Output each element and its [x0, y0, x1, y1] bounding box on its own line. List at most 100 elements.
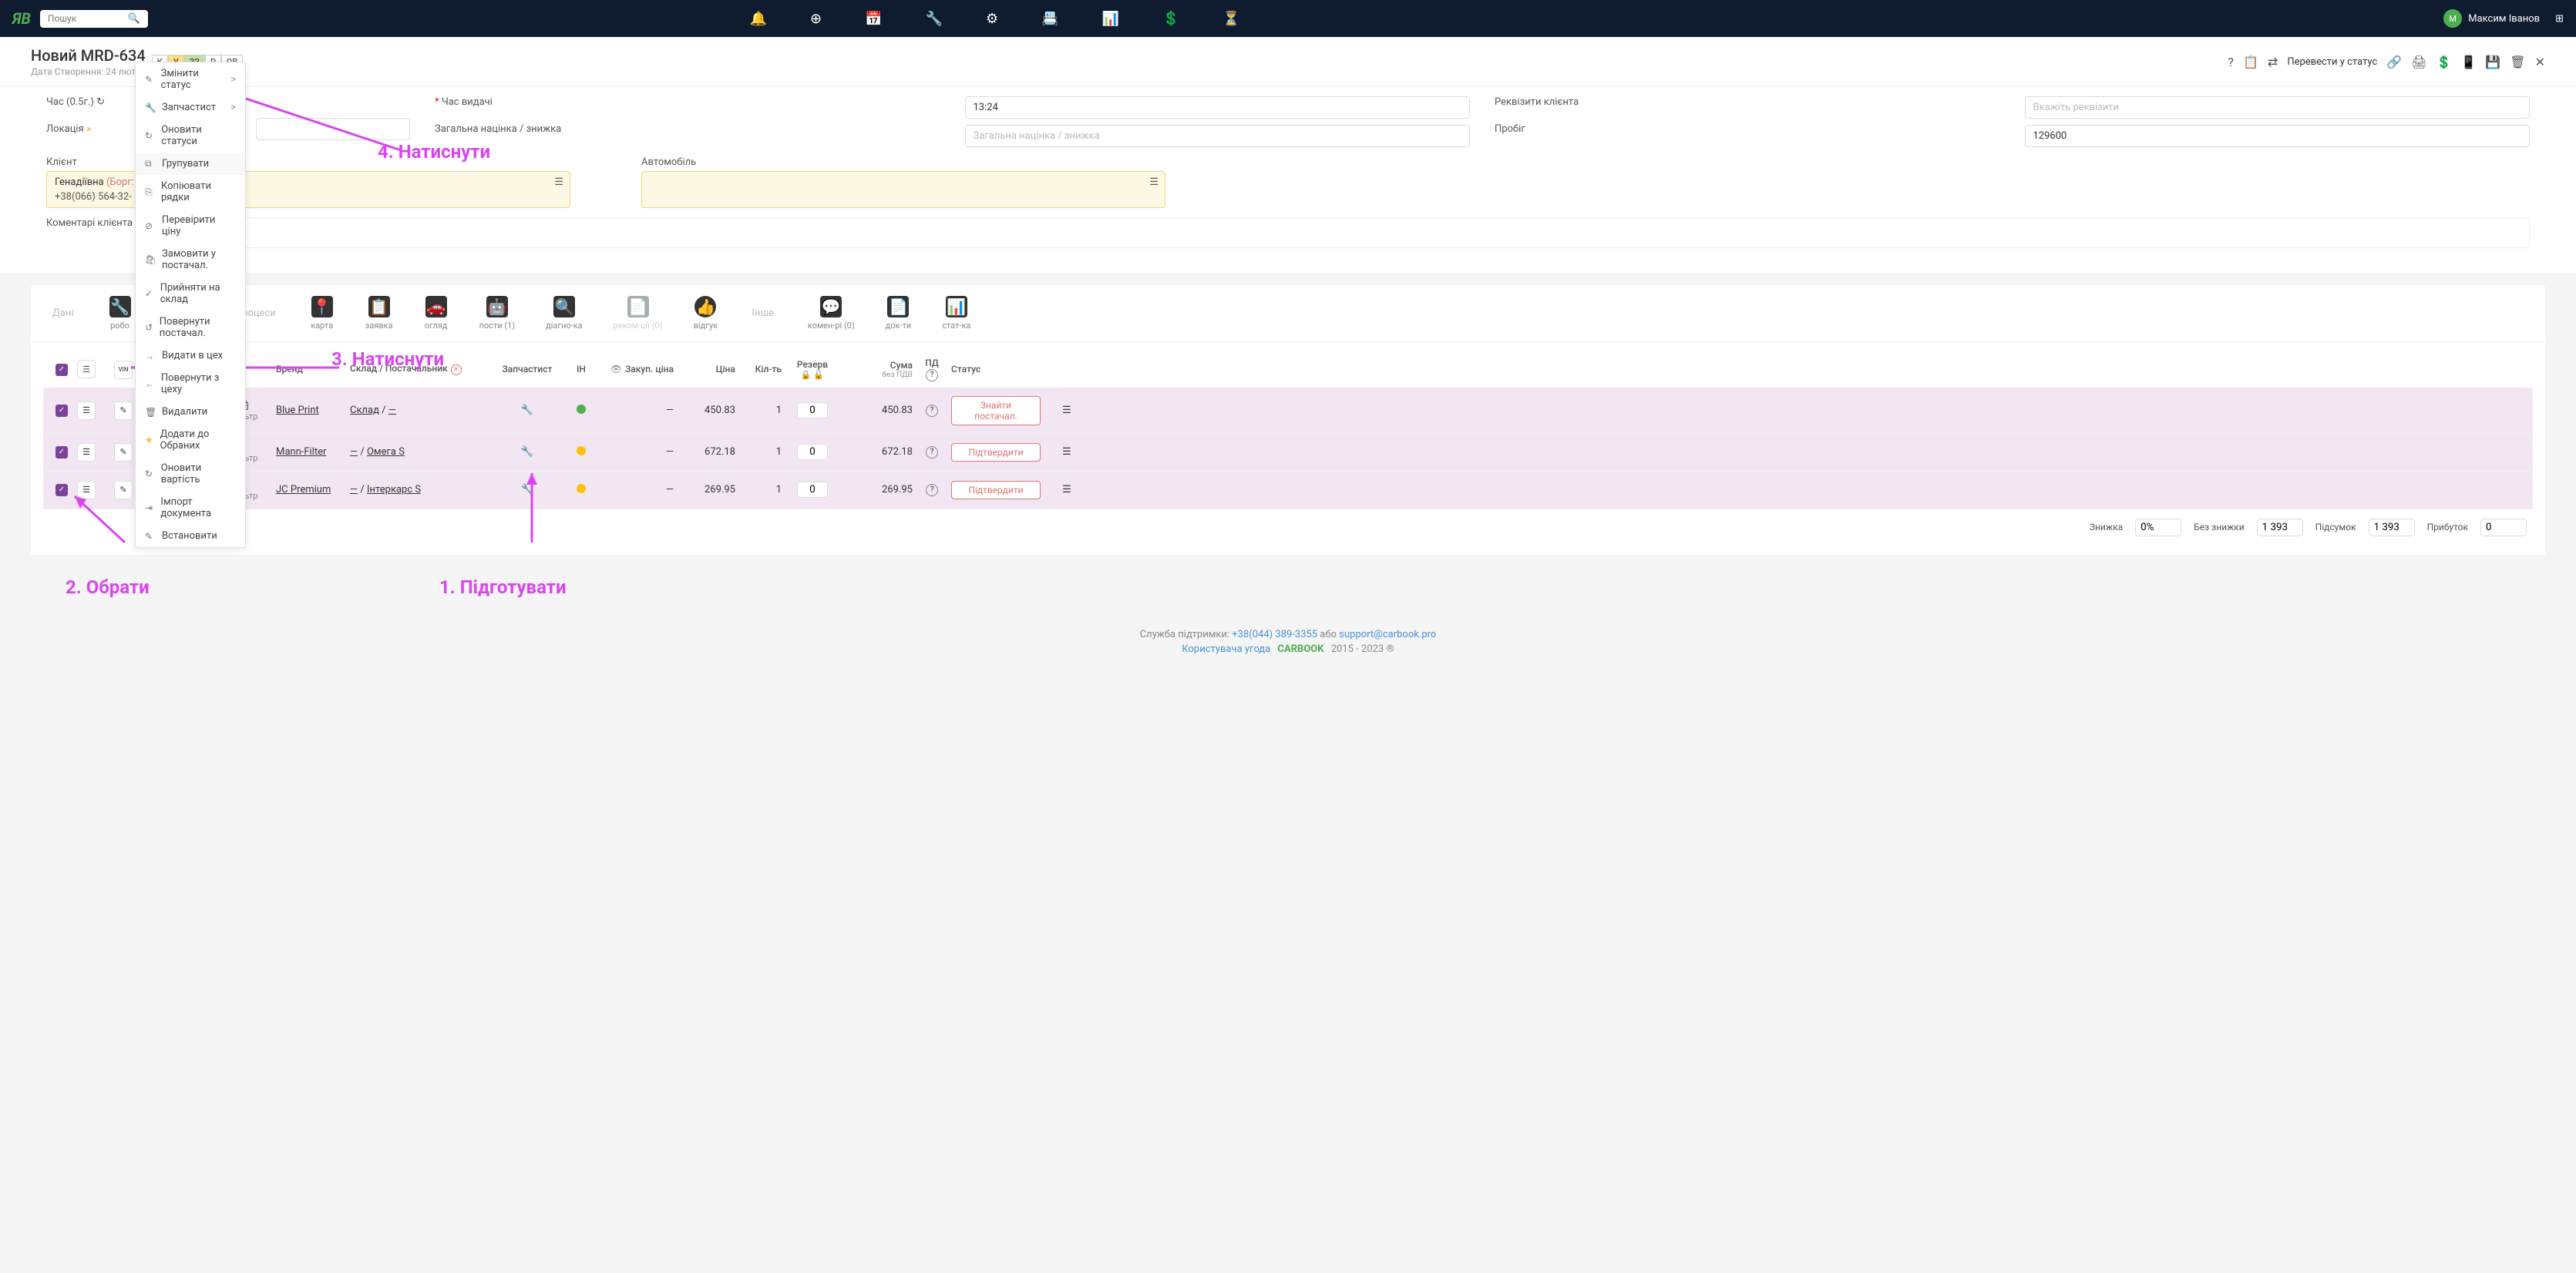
- add-doc-icon[interactable]: ⊕: [810, 11, 822, 27]
- wrench-icon[interactable]: 🔧: [521, 484, 533, 495]
- menu-item[interactable]: ⎘Копіювати рядки: [136, 175, 245, 209]
- header-menu-button[interactable]: ☰: [77, 360, 96, 378]
- menu-item[interactable]: ←Повернути з цеху: [136, 367, 245, 401]
- row-status-button[interactable]: Знайти постачал.: [951, 396, 1041, 425]
- phone-icon[interactable]: 📱: [2460, 55, 2476, 69]
- menu-item[interactable]: ✎Змінити статус>: [136, 62, 245, 96]
- header-vin-button[interactable]: VIN: [114, 361, 133, 379]
- lock-icons[interactable]: 🔒 🔓: [782, 370, 843, 380]
- tab[interactable]: 💬комен-рі (0): [795, 291, 867, 335]
- calendar-icon[interactable]: 📅: [865, 11, 882, 27]
- row-supplier[interactable]: Склад: [350, 405, 379, 416]
- search-box[interactable]: 🔍: [40, 10, 148, 28]
- discount-input[interactable]: [2135, 519, 2181, 536]
- transfer-icon[interactable]: ⇄: [2268, 55, 2278, 69]
- menu-item[interactable]: 🛍Замовити у постачал.: [136, 243, 245, 277]
- row-reserve-input[interactable]: [797, 444, 828, 460]
- payment-icon[interactable]: 💲: [2436, 55, 2452, 69]
- row-brand[interactable]: Blue Print: [276, 405, 319, 416]
- menu-item[interactable]: ✓Прийняти на склад: [136, 277, 245, 311]
- close-icon[interactable]: ✕: [2535, 55, 2545, 69]
- check-all[interactable]: ✓: [55, 364, 68, 376]
- mileage-input[interactable]: [2025, 125, 2531, 147]
- row-supplier-b[interactable]: Омега S: [367, 446, 405, 458]
- row-reserve-input[interactable]: [797, 482, 828, 498]
- row-menu-button[interactable]: ☰: [77, 401, 96, 420]
- row-supplier[interactable]: —: [350, 446, 358, 458]
- row-checkbox[interactable]: ✓: [55, 405, 68, 417]
- money-icon[interactable]: 💲: [1162, 11, 1179, 27]
- clear-supplier-icon[interactable]: ✕: [451, 364, 462, 375]
- client-box[interactable]: ☰ Генадіївна (Борг: 1 +38(066) 564-32-: [46, 171, 570, 208]
- help-icon[interactable]: ?: [2228, 55, 2234, 69]
- tab[interactable]: 📊стат-ка: [930, 291, 983, 335]
- tab[interactable]: 📄док-ти: [873, 291, 924, 335]
- issue-time-input[interactable]: [965, 96, 1471, 119]
- row-brand[interactable]: JC Premium: [276, 484, 331, 495]
- user-chip[interactable]: М Максим Іванов ⊞: [2443, 9, 2564, 28]
- comments-input[interactable]: [163, 217, 2530, 248]
- requisites-input[interactable]: [2025, 96, 2531, 119]
- row-checkbox[interactable]: ✓: [55, 484, 68, 496]
- row-edit-button[interactable]: ✎: [114, 401, 133, 420]
- footer-phone[interactable]: +38(044) 389-3355: [1232, 629, 1317, 640]
- markup-input[interactable]: [965, 125, 1471, 147]
- tab[interactable]: 📄реком-ції (0): [601, 291, 675, 335]
- stats-icon[interactable]: 📊: [1102, 11, 1119, 27]
- client-box-menu-icon[interactable]: ☰: [554, 176, 563, 188]
- row-supplier-b[interactable]: Інтеркарс S: [367, 484, 421, 495]
- pd-help-icon[interactable]: ?: [926, 369, 938, 381]
- tab[interactable]: 📋заявка: [353, 291, 405, 335]
- transfer-label[interactable]: Перевести у статус: [2287, 56, 2377, 68]
- row-pd-icon[interactable]: ?: [926, 405, 938, 417]
- contacts-icon[interactable]: 📇: [1041, 11, 1058, 27]
- save-icon[interactable]: 💾: [2485, 55, 2500, 69]
- location-input[interactable]: [256, 118, 410, 140]
- wrench-icon[interactable]: 🔧: [521, 446, 533, 458]
- menu-item[interactable]: →Видати в цех: [136, 344, 245, 367]
- row-supplier[interactable]: —: [350, 484, 358, 495]
- row-pd-icon[interactable]: ?: [926, 484, 938, 496]
- bell-icon[interactable]: 🔔: [750, 11, 767, 27]
- row-menu-button[interactable]: ☰: [77, 443, 96, 462]
- tab[interactable]: 🔍діагно-ка: [533, 291, 595, 335]
- menu-item[interactable]: ★Додати до Обраних: [136, 423, 245, 457]
- hourglass-icon[interactable]: ⏳: [1222, 11, 1239, 27]
- menu-item[interactable]: ⧉Групувати: [136, 153, 245, 175]
- menu-item[interactable]: ↻Оновити вартість: [136, 457, 245, 491]
- row-supplier-b[interactable]: —: [388, 405, 396, 416]
- menu-item[interactable]: 🗑Видалити: [136, 401, 245, 423]
- wrench-icon[interactable]: 🔧: [926, 11, 943, 27]
- menu-item[interactable]: ↻Оновити статуси: [136, 119, 245, 153]
- row-edit-button[interactable]: ✎: [114, 443, 133, 462]
- delete-icon[interactable]: 🗑: [2510, 55, 2525, 69]
- row-reserve-input[interactable]: [797, 402, 828, 418]
- row-pd-icon[interactable]: ?: [926, 446, 938, 458]
- without-discount-input[interactable]: [2257, 519, 2303, 536]
- tab[interactable]: 🤖пости (1): [467, 291, 528, 335]
- tab[interactable]: 🚗огляд: [412, 291, 461, 335]
- footer-email[interactable]: support@carbook.pro: [1339, 629, 1436, 640]
- row-edit-button[interactable]: ✎: [114, 481, 133, 499]
- auto-box[interactable]: ☰: [641, 171, 1165, 208]
- row-right-menu-icon[interactable]: ☰: [1062, 405, 1071, 416]
- tab[interactable]: 👍відгук: [681, 291, 730, 335]
- menu-item[interactable]: ↺Повернути постачал.: [136, 311, 245, 344]
- gear-icon[interactable]: ⚙: [986, 11, 998, 27]
- row-checkbox[interactable]: ✓: [55, 446, 68, 458]
- search-input[interactable]: [48, 13, 128, 24]
- subtotal-input[interactable]: [2369, 519, 2415, 536]
- tab[interactable]: Інше: [736, 291, 789, 335]
- row-right-menu-icon[interactable]: ☰: [1062, 446, 1071, 458]
- profit-input[interactable]: [2480, 519, 2527, 536]
- menu-item[interactable]: ⊘Перевірити ціну: [136, 209, 245, 243]
- row-brand[interactable]: Mann-Filter: [276, 446, 326, 458]
- menu-item[interactable]: 🔧Запчастист>: [136, 96, 245, 119]
- row-status-button[interactable]: Підтвердити: [951, 443, 1041, 462]
- footer-agreement[interactable]: Користувача угода: [1182, 643, 1270, 655]
- wrench-icon[interactable]: 🔧: [521, 405, 533, 416]
- row-right-menu-icon[interactable]: ☰: [1062, 484, 1071, 495]
- menu-item[interactable]: ⇥Імпорт документа: [136, 491, 245, 525]
- link-icon[interactable]: 🔗: [2386, 55, 2402, 69]
- print-icon[interactable]: 🖨: [2411, 55, 2426, 69]
